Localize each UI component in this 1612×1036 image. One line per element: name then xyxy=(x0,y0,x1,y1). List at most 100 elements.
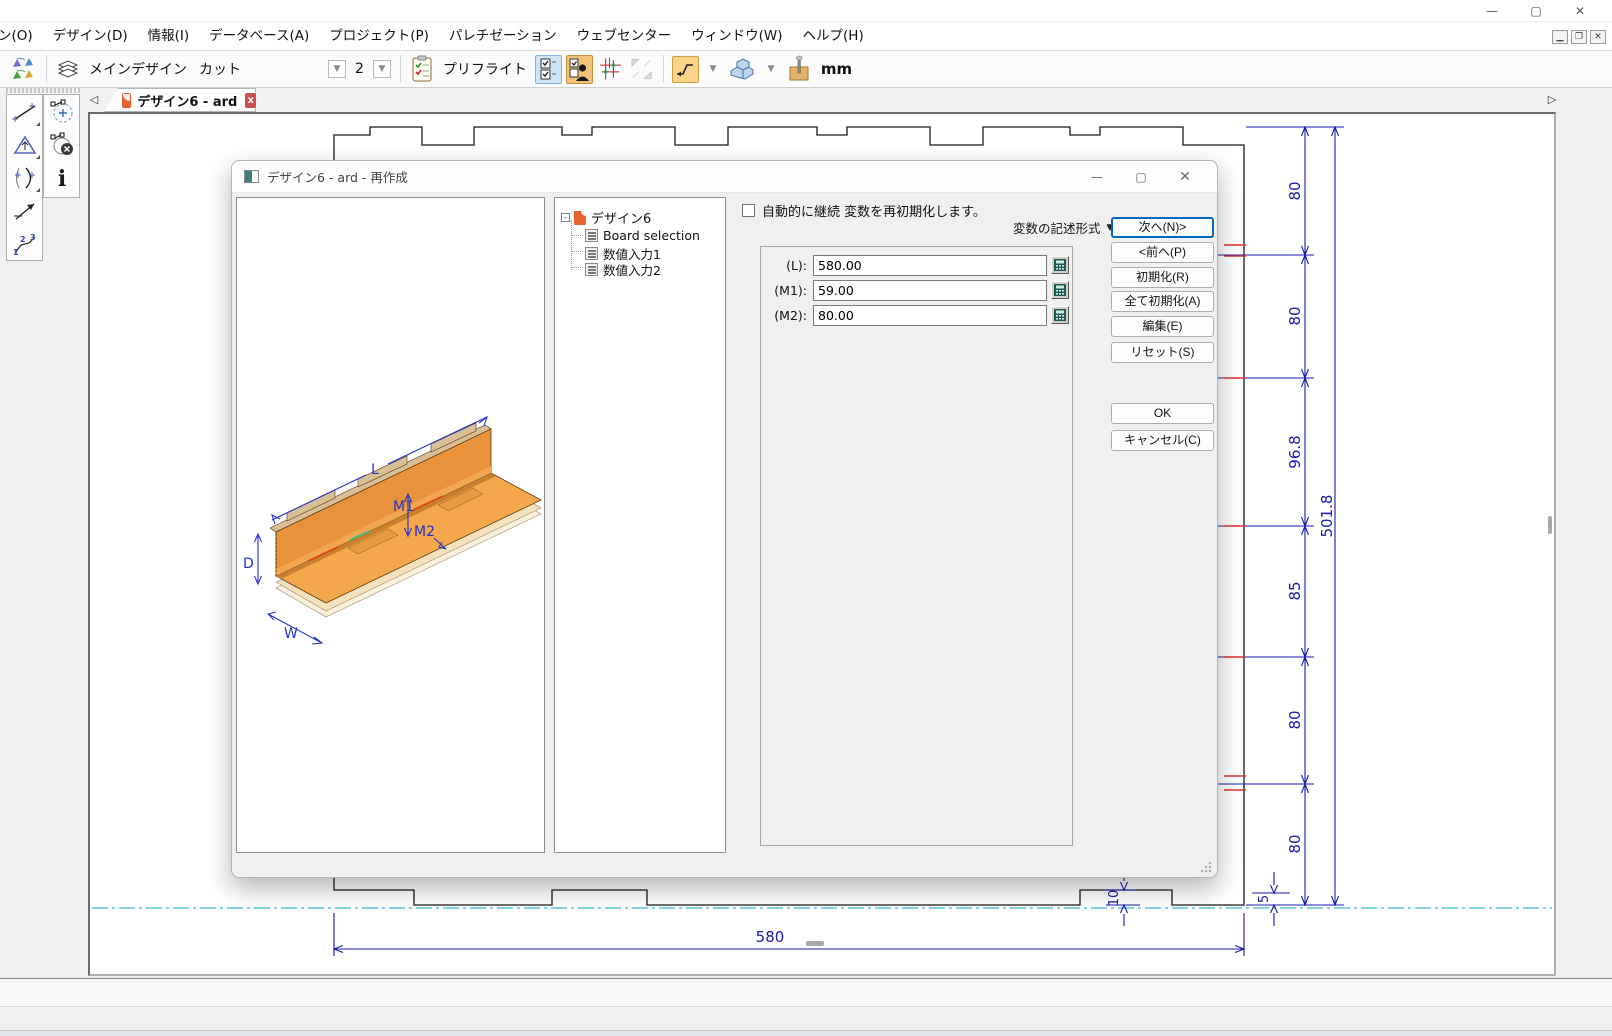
horizontal-scrollbar-thumb[interactable] xyxy=(806,941,824,946)
prev-button[interactable]: <前へ(P) xyxy=(1111,242,1214,263)
dim-tab-depth: 10 xyxy=(1107,890,1122,907)
document-tab-bar: ◁ デザイン6 - ard x ▷ xyxy=(0,88,1612,112)
edit-button[interactable]: 編集(E) xyxy=(1111,316,1214,337)
tool-palette: 123 i xyxy=(6,94,80,261)
layer-dropdown-right[interactable]: ▼ xyxy=(373,60,391,78)
extrude-tool-icon[interactable] xyxy=(727,55,757,83)
mdi-restore-button[interactable]: ❐ xyxy=(1571,30,1587,44)
tree-connector xyxy=(571,220,572,270)
field-input-M1[interactable] xyxy=(813,280,1047,301)
mdi-close-button[interactable]: ✕ xyxy=(1590,30,1606,44)
tab-title: デザイン6 - ard xyxy=(137,91,237,110)
layer-cut-label[interactable]: カット xyxy=(199,59,241,79)
auto-reinit-checkbox[interactable] xyxy=(742,204,755,217)
menu-options[interactable]: ン(O) xyxy=(0,22,43,51)
dim-bottom-width: 580 xyxy=(756,928,785,946)
menu-project[interactable]: プロジェクト(P) xyxy=(319,22,439,51)
field-row-M1: (M1): xyxy=(761,279,1072,301)
window-maximize-button[interactable]: ▢ xyxy=(1514,0,1558,22)
mdi-minimize-button[interactable]: ▁ xyxy=(1552,30,1568,44)
menu-bar: ン(O) デザイン(D) 情報(I) データベース(A) プロジェクト(P) パ… xyxy=(0,22,1612,51)
tab-design6[interactable]: デザイン6 - ard x xyxy=(104,88,256,112)
tree-item-board-selection[interactable]: Board selection xyxy=(585,228,700,243)
status-bar xyxy=(0,978,1612,1006)
zigzag-dropdown[interactable]: ▼ xyxy=(704,60,722,78)
preflight-label[interactable]: プリフライト xyxy=(443,59,527,79)
window-minimize-button[interactable]: — xyxy=(1470,0,1514,22)
tree-collapse-icon[interactable]: - xyxy=(561,213,570,222)
wizard-tree-panel: - デザイン6 Board selection 数値入力1 数値入力2 xyxy=(554,197,726,853)
field-row-M2: (M2): xyxy=(761,304,1072,326)
line-tool[interactable] xyxy=(7,95,42,128)
zigzag-tool-icon[interactable] xyxy=(672,56,699,83)
arc-tool[interactable] xyxy=(7,161,42,194)
form-page-icon xyxy=(585,229,598,242)
extrude-dropdown[interactable]: ▼ xyxy=(762,60,780,78)
menu-database[interactable]: データベース(A) xyxy=(199,22,319,51)
menu-window[interactable]: ウィンドウ(W) xyxy=(681,22,792,51)
calculator-button-M1[interactable] xyxy=(1051,281,1069,299)
tree-root-design6[interactable]: - デザイン6 xyxy=(561,208,651,227)
init-button[interactable]: 初期化(R) xyxy=(1111,267,1214,288)
checklist-icon[interactable] xyxy=(535,55,562,84)
red-tick-marks xyxy=(1224,245,1246,790)
cancel-button[interactable]: キャンセル(C) xyxy=(1111,430,1214,451)
layer-dropdown-left[interactable]: ▼ xyxy=(328,60,346,78)
arrow-line-tool[interactable] xyxy=(7,194,42,227)
info-tool[interactable]: i xyxy=(44,161,79,194)
bezier-circle-delete-tool[interactable] xyxy=(44,128,79,161)
dim-right-4: 85 xyxy=(1286,581,1304,600)
reset-button[interactable]: リセット(S) xyxy=(1111,342,1214,363)
menu-help[interactable]: ヘルプ(H) xyxy=(793,22,874,51)
menu-webcenter[interactable]: ウェブセンター xyxy=(567,22,682,51)
app-window: { "window": { "controls": { "minimize": … xyxy=(0,0,1612,1036)
rebuild-icon[interactable] xyxy=(8,55,38,83)
tab-scroll-left-icon[interactable]: ◁ xyxy=(86,90,102,110)
calculator-button-L[interactable] xyxy=(1051,256,1069,274)
field-input-M2[interactable] xyxy=(813,305,1047,326)
checklist-person-icon[interactable] xyxy=(566,55,593,84)
svg-text:3: 3 xyxy=(30,233,36,242)
tab-close-icon[interactable]: x xyxy=(245,93,256,108)
preflight-icon[interactable] xyxy=(409,54,435,84)
bezier-circle-add-tool[interactable] xyxy=(44,95,79,128)
dim-right-6: 80 xyxy=(1286,834,1304,853)
menu-palletization[interactable]: パレチゼーション xyxy=(439,22,567,51)
svg-text:2: 2 xyxy=(20,235,26,244)
tab-scroll-right-icon[interactable]: ▷ xyxy=(1544,90,1560,110)
vertical-scrollbar-thumb[interactable] xyxy=(1548,516,1552,534)
auto-reinit-row: 自動的に継続 変数を再初期化します。 xyxy=(742,201,986,220)
variable-format-label: 変数の記述形式 xyxy=(1013,218,1101,237)
window-close-button[interactable]: ✕ xyxy=(1558,0,1602,22)
grid-icon[interactable] xyxy=(597,55,624,84)
mdi-window-controls: ▁ ❐ ✕ xyxy=(1552,30,1606,44)
document-icon xyxy=(122,93,131,108)
dialog-title-bar[interactable]: デザイン6 - ard - 再作成 — ▢ ✕ xyxy=(232,161,1217,193)
next-button[interactable]: 次へ(N)> xyxy=(1111,217,1214,238)
preview-label-M2: M2 xyxy=(414,524,435,540)
dialog-maximize-button[interactable]: ▢ xyxy=(1119,161,1163,193)
menu-info[interactable]: 情報(I) xyxy=(138,22,200,51)
dialog-close-button[interactable]: ✕ xyxy=(1163,161,1207,193)
dialog-resize-grip[interactable] xyxy=(1200,861,1212,873)
rebuild-dialog: デザイン6 - ard - 再作成 — ▢ ✕ xyxy=(231,160,1218,878)
calculator-button-M2[interactable] xyxy=(1051,306,1069,324)
svg-text:1: 1 xyxy=(13,248,19,257)
variable-format-dropdown[interactable]: 変数の記述形式 ▼ xyxy=(1013,218,1113,237)
ok-button[interactable]: OK xyxy=(1111,403,1214,424)
pin-board-icon[interactable] xyxy=(785,54,813,84)
layers-icon[interactable] xyxy=(55,56,81,82)
menu-design[interactable]: デザイン(D) xyxy=(43,22,138,51)
palette-grip[interactable] xyxy=(6,88,80,93)
form-page-icon xyxy=(585,263,598,276)
init-all-button[interactable]: 全て初期化(A) xyxy=(1111,291,1214,312)
dialog-icon xyxy=(244,170,259,183)
layer-main-design-label[interactable]: メインデザイン xyxy=(89,59,187,79)
field-label-L: (L): xyxy=(761,258,813,273)
field-input-L[interactable] xyxy=(813,255,1047,276)
numbered-points-tool[interactable]: 123 xyxy=(7,227,42,260)
dialog-minimize-button[interactable]: — xyxy=(1075,161,1119,193)
dim-right-5: 80 xyxy=(1286,710,1304,729)
triangle-tool[interactable] xyxy=(7,128,42,161)
tree-item-numeric-input-2[interactable]: 数値入力2 xyxy=(585,260,661,279)
